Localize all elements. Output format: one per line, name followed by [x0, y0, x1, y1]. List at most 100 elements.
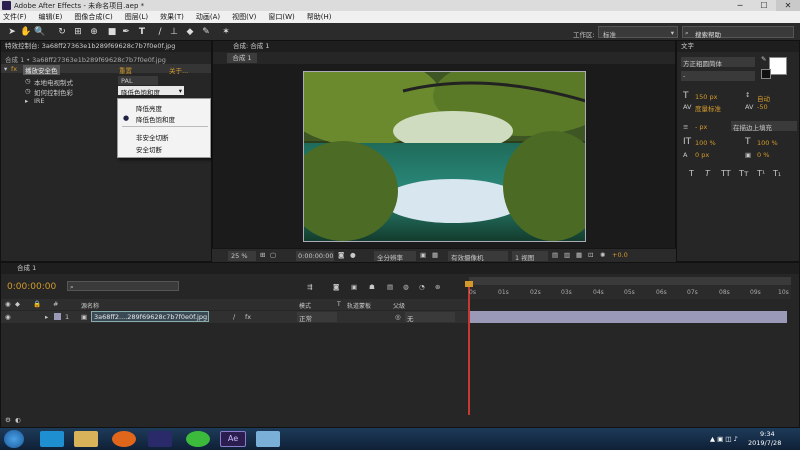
viewer-timecode[interactable]: 0:00:00:00	[296, 251, 334, 261]
tray-icons[interactable]: ▲ ▣ ◫ ♪	[710, 435, 738, 443]
app-window-icon[interactable]	[256, 431, 280, 447]
menu-window[interactable]: 窗口(W)	[268, 12, 294, 22]
playhead[interactable]	[468, 283, 470, 423]
frame-blending-icon[interactable]: ▤	[387, 283, 393, 291]
exposure-value[interactable]: +0.0	[612, 251, 628, 259]
snapshot-icon[interactable]: ◙	[338, 251, 344, 259]
stroke-color-swatch[interactable]	[761, 69, 771, 79]
text-tool-icon[interactable]: T	[136, 26, 148, 38]
zoom-tool-icon[interactable]: 🔍	[34, 26, 46, 38]
blend-mode-select[interactable]: 正常	[297, 312, 337, 323]
faux-italic-button[interactable]: T	[705, 169, 710, 178]
comp-mini-flowchart-icon[interactable]: ⇶	[307, 283, 312, 291]
stroke-width-value[interactable]: - px	[695, 123, 707, 131]
minimize-button[interactable]: ─	[728, 0, 752, 11]
maximize-button[interactable]: ☐	[752, 0, 776, 11]
fx-icon[interactable]: fx	[245, 313, 251, 321]
fast-preview-icon[interactable]: ▥	[564, 251, 570, 259]
dropdown-item-key-safe[interactable]: 安全切断	[136, 144, 162, 154]
selection-tool-icon[interactable]: ➤	[6, 26, 18, 38]
rotate-tool-icon[interactable]: ↻	[56, 26, 68, 38]
about-button[interactable]: 关于...	[169, 65, 188, 75]
column-mode[interactable]: 模式	[299, 301, 311, 310]
flowchart-icon[interactable]: ⊡	[588, 251, 593, 259]
timeline-search-input[interactable]: ⌕	[67, 281, 179, 291]
composition-subtab[interactable]: 合成 1	[227, 53, 257, 63]
eyedropper-icon[interactable]: ✎	[761, 55, 766, 63]
clock-date[interactable]: 2019/7/28	[748, 439, 781, 447]
exposure-icon[interactable]: ✺	[600, 251, 605, 259]
reset-button[interactable]: 重置	[119, 65, 132, 75]
clone-stamp-tool-icon[interactable]: ⊥	[168, 26, 180, 38]
font-style-select[interactable]: -	[681, 71, 755, 81]
composition-tab[interactable]: 合成: 合成 1	[213, 41, 675, 52]
expand-triangle-icon[interactable]: ▸	[45, 313, 48, 321]
stopwatch-icon[interactable]: ◷	[25, 77, 31, 85]
kerning-value[interactable]: 度量标准	[695, 103, 721, 113]
zoom-select[interactable]: 25 %	[228, 251, 256, 261]
brush-tool-icon[interactable]: ∕	[154, 26, 166, 38]
visibility-icon[interactable]: ◉	[5, 313, 11, 321]
toggle-pixel-icon[interactable]: ▤	[552, 251, 558, 259]
stopwatch-icon[interactable]: ◷	[25, 87, 31, 95]
pickwhip-icon[interactable]: ◎	[395, 313, 401, 321]
camera-tool-icon[interactable]: ⊞	[72, 26, 84, 38]
pen-tool-icon[interactable]: ✒	[120, 26, 132, 38]
pan-behind-tool-icon[interactable]: ⊕	[88, 26, 100, 38]
live-update-icon[interactable]: ◙	[333, 283, 339, 291]
column-source-name[interactable]: 源名称	[81, 301, 99, 310]
layer-name[interactable]: 3a68ff2....289f69628c7b7f0e0f.jpg	[91, 311, 209, 322]
parent-select[interactable]: 无	[405, 312, 455, 323]
brainstorm-icon[interactable]: ⊛	[435, 283, 440, 291]
expand-triangle-icon[interactable]: ▸	[25, 97, 28, 105]
font-size-value[interactable]: 150 px	[695, 93, 717, 101]
menu-composition[interactable]: 图像合成(C)	[74, 12, 112, 22]
menu-layer[interactable]: 图层(L)	[125, 12, 148, 22]
menu-view[interactable]: 视图(V)	[232, 12, 256, 22]
grid-icon[interactable]: ⊞	[260, 251, 265, 259]
playhead-handle[interactable]	[465, 281, 473, 287]
roto-brush-tool-icon[interactable]: ✎	[200, 26, 212, 38]
stroke-type-select[interactable]: 在描边上填充	[731, 121, 797, 132]
leading-value[interactable]: 自动	[757, 93, 770, 103]
tracking-value[interactable]: -50	[757, 103, 768, 111]
layer-label-color[interactable]	[54, 313, 61, 320]
horizontal-scale-value[interactable]: 100 %	[757, 139, 778, 147]
font-family-select[interactable]: 方正粗圆简体	[681, 57, 755, 68]
toggle-modes-icon[interactable]: ◐	[15, 416, 21, 424]
layer-duration-bar[interactable]	[469, 311, 787, 323]
puppet-tool-icon[interactable]: ✶	[220, 26, 232, 38]
small-caps-button[interactable]: Tт	[739, 169, 749, 178]
subscript-button[interactable]: T₁	[773, 169, 781, 178]
work-area-bar[interactable]	[469, 277, 791, 285]
column-parent[interactable]: 父级	[393, 301, 405, 310]
hand-tool-icon[interactable]: ✋	[20, 26, 32, 38]
menu-file[interactable]: 文件(F)	[3, 12, 27, 22]
toggle-switches-icon[interactable]: ⚙	[5, 416, 11, 424]
firefox-icon[interactable]	[112, 431, 136, 447]
menu-animation[interactable]: 动画(A)	[196, 12, 220, 22]
graph-editor-icon[interactable]: ◔	[419, 283, 425, 291]
expand-triangle-icon[interactable]: ▾	[4, 65, 7, 73]
effect-name[interactable]: 播放安全色	[23, 65, 60, 75]
transparency-grid-icon[interactable]: ▦	[432, 251, 438, 259]
views-select[interactable]: 1 视图	[512, 251, 548, 262]
clock-time[interactable]: 9:34	[760, 430, 775, 438]
tv-standard-select[interactable]: PAL	[118, 76, 158, 85]
file-explorer-icon[interactable]	[74, 431, 98, 447]
mask-icon[interactable]: ▢	[270, 251, 276, 259]
draft-3d-icon[interactable]: ▣	[351, 283, 357, 291]
rectangle-mask-tool-icon[interactable]: ■	[106, 26, 118, 38]
resolution-select[interactable]: 全分辨率	[374, 251, 416, 262]
browser-icon[interactable]	[186, 431, 210, 447]
after-effects-icon[interactable]: Ae	[220, 431, 246, 447]
media-player-icon[interactable]	[148, 431, 172, 447]
character-tab[interactable]: 文字	[677, 41, 799, 52]
quality-icon[interactable]: ∕	[233, 313, 235, 321]
timeline-timecode[interactable]: 0:00:00:00	[7, 282, 56, 292]
timeline-tab[interactable]: 合成 1	[1, 263, 799, 274]
menu-effect[interactable]: 效果(T)	[160, 12, 184, 22]
column-trkmat-t[interactable]: T	[337, 301, 341, 308]
baseline-shift-value[interactable]: 0 px	[695, 151, 709, 159]
layer-bounding-box[interactable]	[303, 71, 586, 242]
